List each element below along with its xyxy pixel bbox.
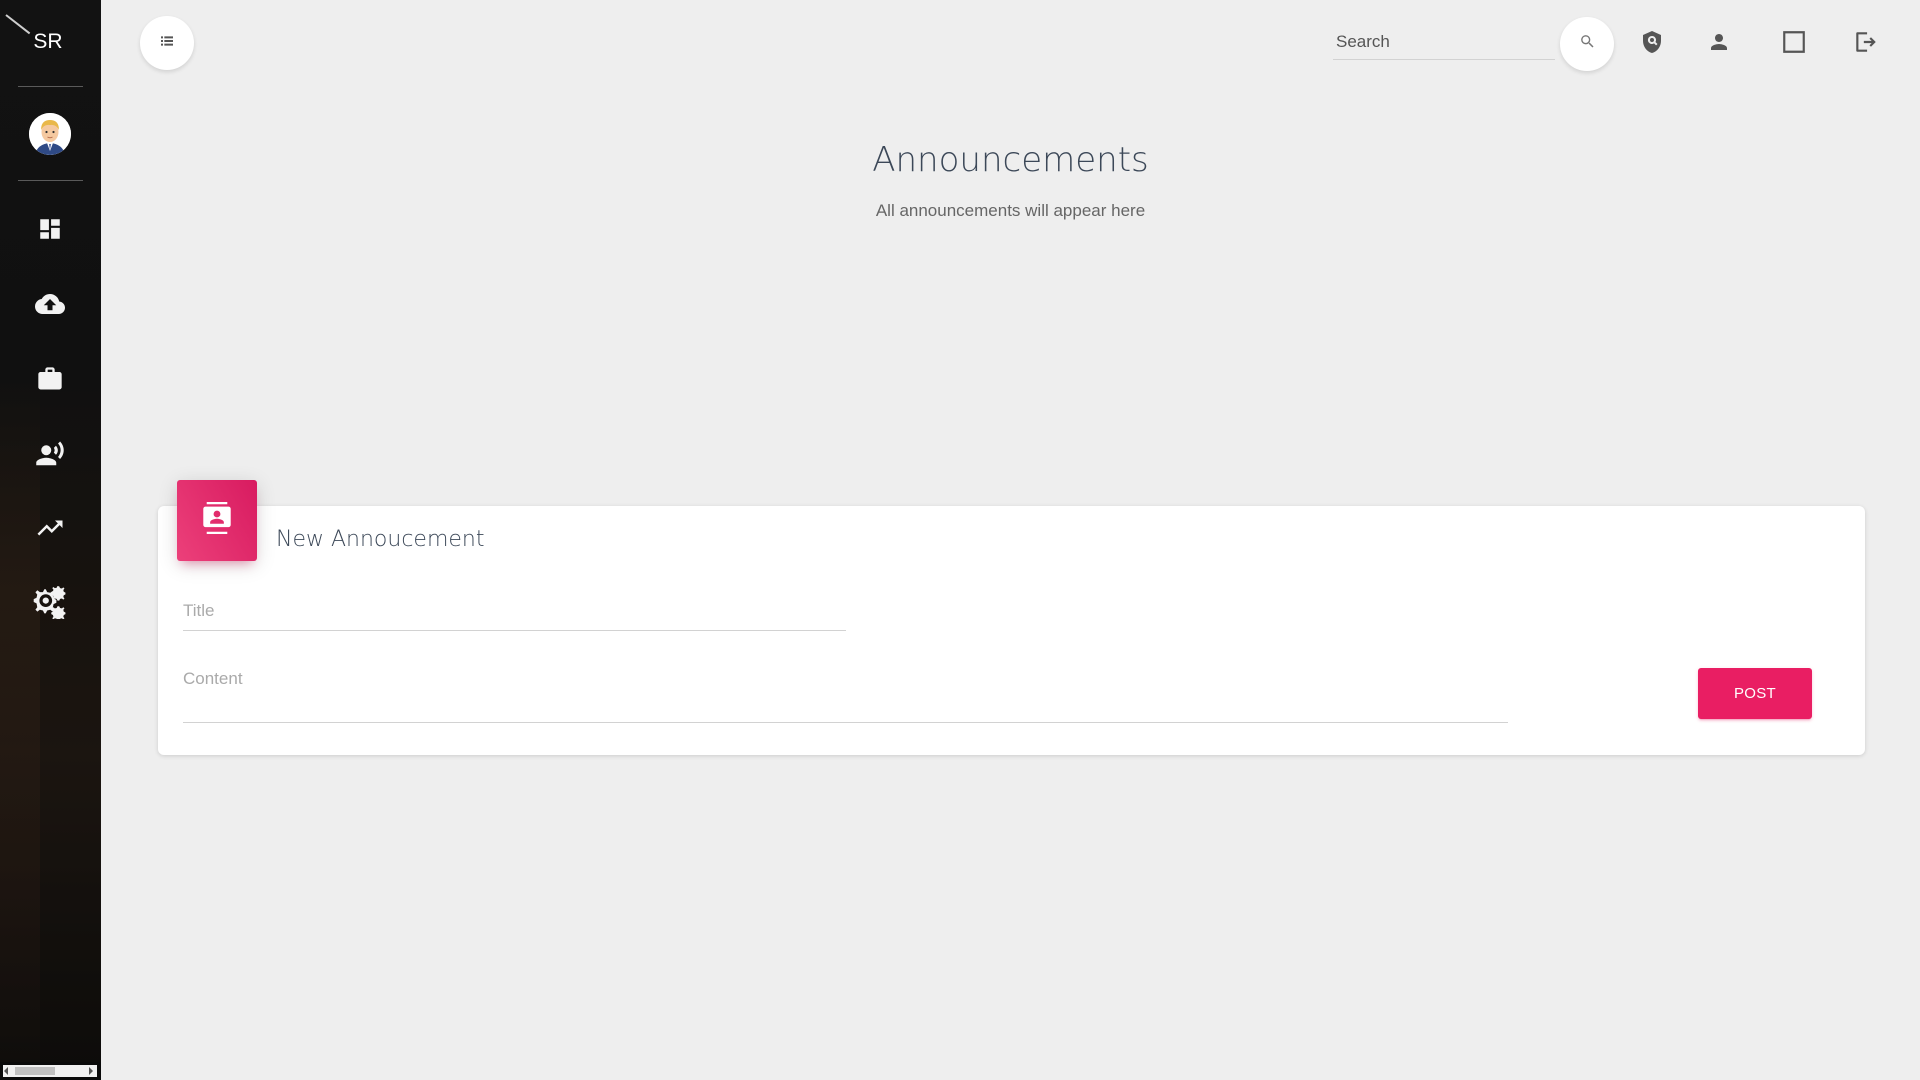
brand-logo-text[interactable]: SR [0, 30, 96, 54]
sidebar-item-jobs[interactable] [30, 361, 70, 401]
logout-button[interactable] [1848, 26, 1884, 62]
avatar[interactable] [29, 113, 71, 155]
search-button[interactable] [1560, 17, 1614, 71]
fullscreen-button[interactable] [1776, 26, 1812, 62]
security-button[interactable] [1634, 26, 1670, 62]
sidebar: SR [0, 0, 101, 1080]
scroll-right-arrow-icon[interactable] [89, 1067, 93, 1075]
content-input[interactable] [183, 664, 1508, 694]
post-button[interactable]: POST [1698, 668, 1812, 719]
page-title: Announcements [872, 140, 1149, 180]
sidebar-horizontal-scrollbar[interactable] [0, 1062, 101, 1080]
card-title: New Annoucement [276, 527, 485, 552]
sidebar-item-upload[interactable] [30, 286, 70, 326]
sidebar-item-announcements[interactable] [30, 436, 70, 476]
record-voice-icon [35, 439, 65, 474]
sidebar-divider [18, 86, 83, 87]
search-input[interactable] [1333, 26, 1555, 58]
page-subtitle: All announcements will appear here [875, 201, 1146, 220]
menu-list-icon [159, 33, 175, 54]
scrollbar-thumb[interactable] [15, 1067, 55, 1075]
trending-up-icon [35, 513, 65, 548]
sidebar-toggle-button[interactable] [140, 16, 194, 70]
security-shield-icon [1640, 30, 1664, 59]
person-icon [1707, 30, 1731, 59]
search-field [1333, 26, 1555, 60]
dashboard-icon [37, 216, 63, 247]
logout-icon [1853, 29, 1879, 60]
profile-button[interactable] [1701, 26, 1737, 62]
search-icon [1579, 33, 1596, 55]
fullscreen-icon [1781, 29, 1807, 60]
sidebar-item-analytics[interactable] [30, 510, 70, 550]
briefcase-icon [36, 365, 64, 398]
sidebar-divider [18, 180, 83, 181]
title-input[interactable] [183, 596, 846, 626]
title-field [183, 596, 846, 631]
content-field [183, 664, 1508, 723]
sidebar-item-settings[interactable] [30, 584, 70, 624]
scroll-left-arrow-icon[interactable] [4, 1067, 8, 1075]
settings-gears-icon [33, 585, 67, 624]
contact-card-icon [203, 502, 231, 539]
sidebar-item-dashboard[interactable] [30, 211, 70, 251]
cloud-upload-icon [35, 289, 65, 324]
card-header-icon [177, 480, 257, 561]
